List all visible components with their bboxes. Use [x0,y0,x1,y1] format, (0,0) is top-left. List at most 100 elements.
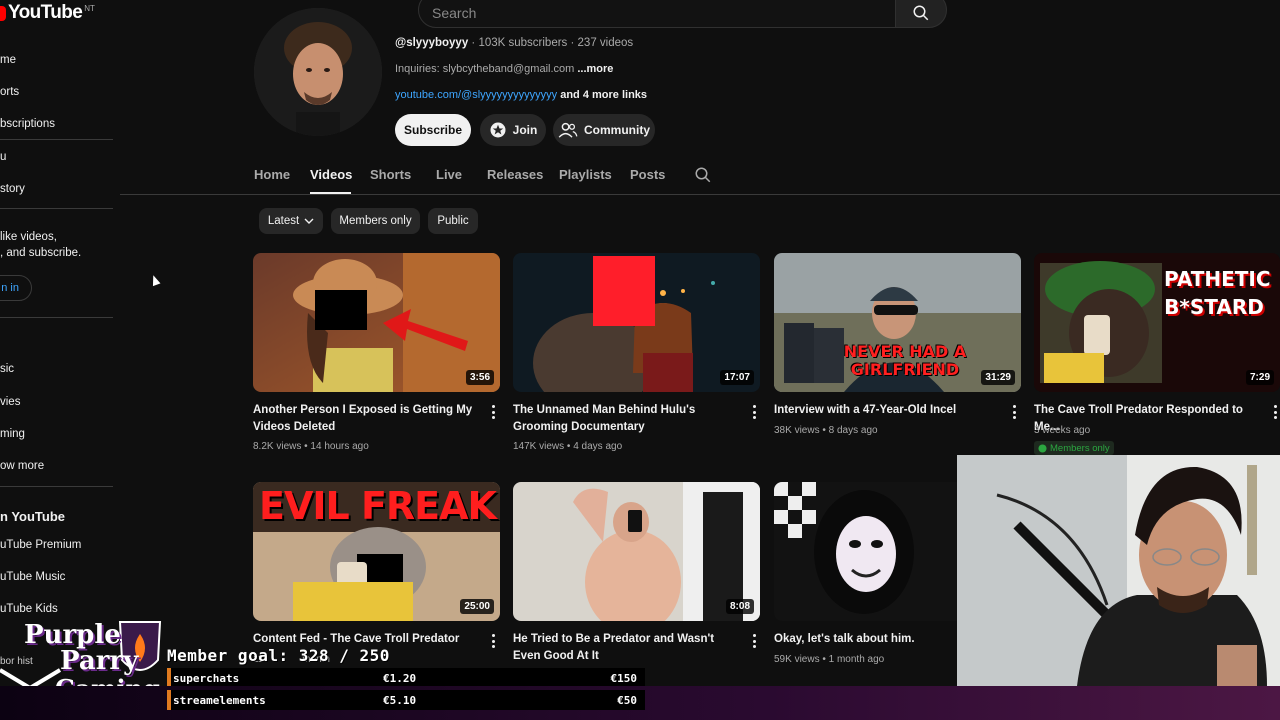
video-title[interactable]: He Tried to Be a Predator and Wasn't Eve… [513,631,733,664]
tab-shorts[interactable]: Shorts [370,167,411,182]
members-only-badge: Members only [1034,441,1114,455]
tab-home[interactable]: Home [254,167,290,182]
members-icon [1038,443,1047,453]
video-thumbnail[interactable]: EVIL FREAK 25:00 [253,482,500,621]
avatar-image [254,8,382,136]
search-box[interactable] [418,0,896,28]
video-duration: 31:29 [981,370,1015,385]
video-title[interactable]: The Unnamed Man Behind Hulu's Grooming D… [513,402,733,435]
video-age: 4 days ago [573,441,623,452]
channel-avatar[interactable] [254,8,382,136]
sidebar-item-music[interactable]: sic [0,363,14,375]
channel-handle: @slyyyboyyy [395,37,469,49]
community-button[interactable]: Community [553,114,655,146]
video-thumbnail[interactable]: 17:07 [513,253,760,392]
join-label: Join [512,123,538,137]
search-input[interactable] [419,0,895,27]
bar-target: €150 [610,671,638,685]
tab-posts[interactable]: Posts [630,167,665,182]
signin-prompt-line2: , and subscribe. [0,247,82,259]
member-goal: Member goal: 328 / 250 [167,646,390,665]
video-meta: 8.2K views • 14 hours ago [253,441,369,452]
video-title[interactable]: Interview with a 47-Year-Old Incel [774,402,994,419]
more-options-icon[interactable] [751,634,757,648]
sidebar-divider [0,486,113,487]
chip-latest-label: Latest [267,215,300,227]
chip-public[interactable]: Public [428,208,478,234]
thumbnail-caption: NEVER HAD A GIRLFRIEND [843,342,967,379]
tab-videos[interactable]: Videos [310,167,352,182]
video-age: 14 hours ago [310,441,369,452]
channel-search-icon[interactable] [694,166,712,184]
sidebar: me orts bscriptions u story like videos,… [0,40,120,720]
channel-description[interactable]: Inquiries: slybcytheband@gmail.com ...mo… [395,63,613,75]
people-icon [558,122,578,138]
sign-in-button[interactable]: n in [0,275,32,301]
more-options-icon[interactable] [490,405,496,419]
join-button[interactable]: Join [480,114,546,146]
active-tab-indicator [310,192,351,194]
logo-country-code: NT [84,3,95,13]
bar-accent [167,690,171,710]
star-icon [490,122,506,138]
sidebar-item-show-more[interactable]: ow more [0,460,44,472]
bar-target: €50 [617,693,637,707]
video-thumbnail[interactable] [774,482,957,621]
channel-inquiries: Inquiries: slybcytheband@gmail.com [395,63,578,75]
sidebar-divider [0,208,113,209]
members-only-label: Members only [1050,442,1110,454]
more-options-icon[interactable] [751,405,757,419]
more-options-icon[interactable] [1272,405,1278,419]
video-duration: 7:29 [1245,370,1274,385]
thumbnail-image [774,482,957,621]
tab-releases[interactable]: Releases [487,167,543,182]
streamelements-bar: streamelements €5.10 €50 [167,690,645,710]
channel-link[interactable]: youtube.com/@slyyyyyyyyyyyyyy [395,89,557,101]
video-duration: 25:00 [460,599,494,614]
sidebar-item-movies[interactable]: vies [0,396,20,408]
video-views: 38K views [774,425,820,436]
video-thumbnail[interactable]: 8:08 [513,482,760,621]
sidebar-item-gaming[interactable]: ming [0,428,25,440]
video-title[interactable]: Another Person I Exposed is Getting My V… [253,402,473,435]
tab-playlists[interactable]: Playlists [559,167,612,182]
subscribe-label: Subscribe [403,123,463,137]
video-age: 8 days ago [828,425,878,436]
video-thumbnail[interactable]: NEVER HAD A GIRLFRIEND 31:29 [774,253,1021,392]
channel-tabs: Home Videos Shorts Live Releases Playlis… [120,156,1280,195]
sidebar-more-heading: n YouTube [0,509,65,524]
sidebar-item-subscriptions[interactable]: bscriptions [0,118,55,130]
chevron-down-icon [304,218,314,224]
sidebar-item-home[interactable]: me [0,54,16,66]
more-options-icon[interactable] [1011,405,1017,419]
subscribe-button[interactable]: Subscribe [395,114,471,146]
sidebar-item-yt-music[interactable]: uTube Music [0,571,65,583]
video-thumbnail[interactable]: PATHETIC B*STARD 7:29 [1034,253,1280,392]
more-links[interactable]: and 4 more links [557,89,647,101]
chip-public-label: Public [437,215,469,227]
video-age: 1 month ago [828,654,885,665]
sidebar-item-shorts[interactable]: orts [0,86,19,98]
description-more-link[interactable]: ...more [577,63,613,75]
sidebar-item-you[interactable]: u [0,151,6,163]
channel-meta: @slyyyboyyy · 103K subscribers · 237 vid… [395,37,633,49]
video-meta: 147K views • 4 days ago [513,441,623,452]
chip-latest[interactable]: Latest [259,208,323,234]
sidebar-divider [0,139,113,140]
thumbnail-caption: EVIL FREAK [259,484,497,528]
video-thumbnail[interactable]: 3:56 [253,253,500,392]
tab-live[interactable]: Live [436,167,462,182]
sidebar-item-history[interactable]: story [0,183,25,195]
video-views: 59K views [774,654,820,665]
more-options-icon[interactable] [490,634,496,648]
community-label: Community [584,123,650,137]
video-age: 3 weeks ago [1034,425,1091,436]
chip-members-only[interactable]: Members only [331,208,420,234]
youtube-logo[interactable]: YouTube NT [0,2,95,24]
sidebar-item-premium[interactable]: uTube Premium [0,539,81,551]
sign-in-label: n in [1,282,19,294]
search-button[interactable] [895,0,947,28]
video-meta: 3 weeks ago [1034,425,1090,436]
sidebar-item-yt-kids[interactable]: uTube Kids [0,603,58,615]
thumbnail-image [253,253,500,392]
